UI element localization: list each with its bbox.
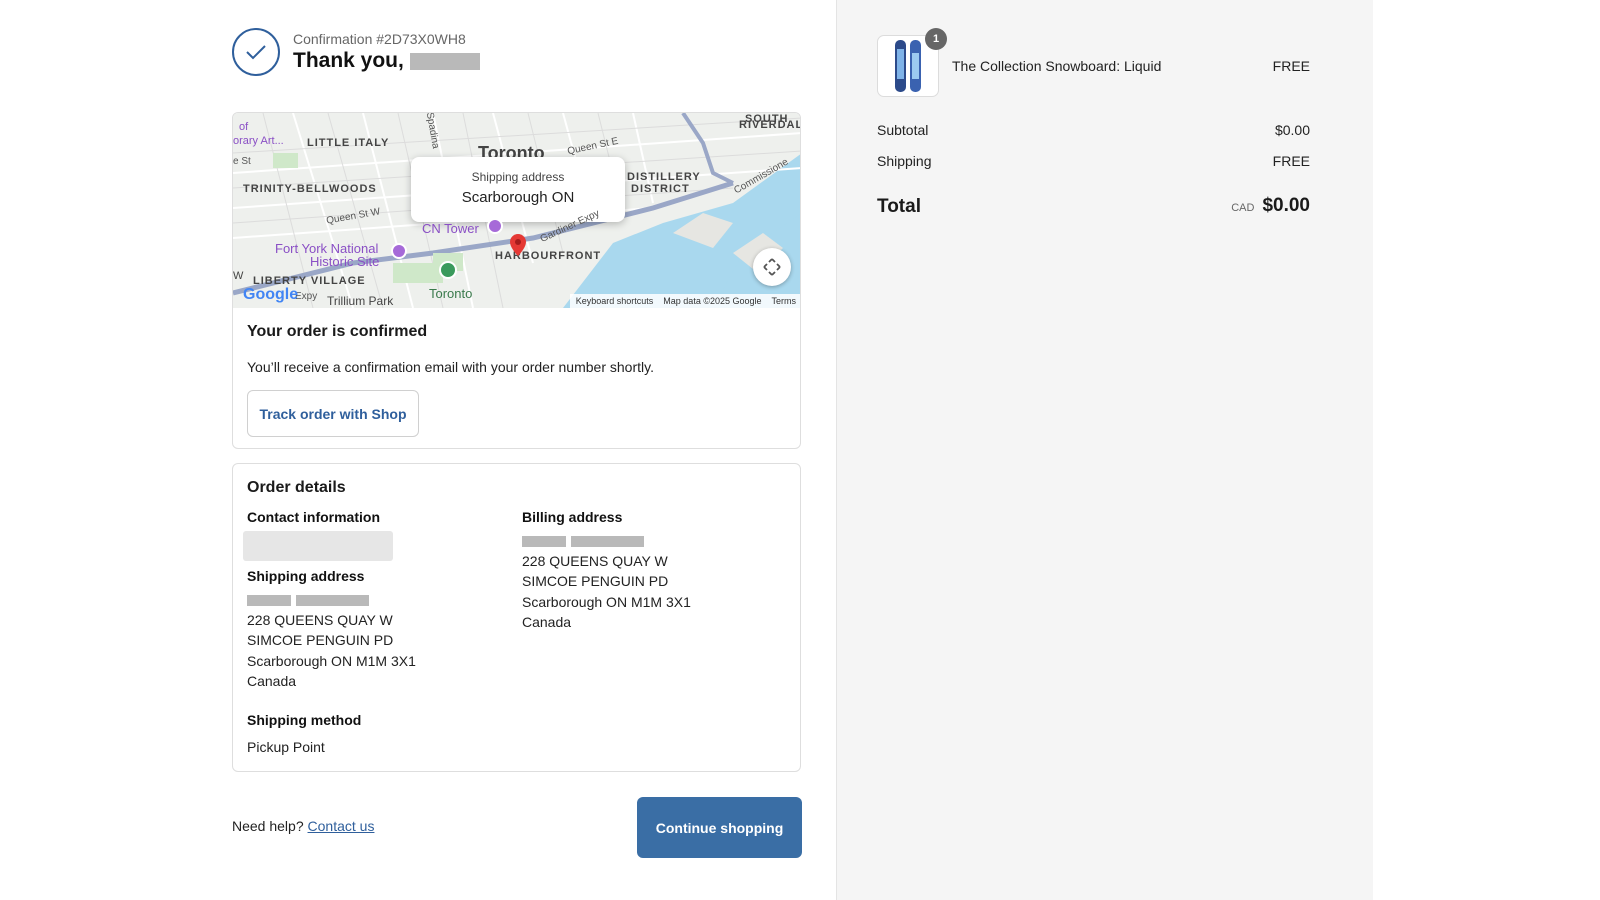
map-label-of: of	[239, 121, 249, 133]
track-order-button[interactable]: Track order with Shop	[247, 390, 419, 437]
cn-tower-icon	[487, 218, 503, 234]
billing-address-block: Billing address 228 QUEENS QUAY W SIMCOE…	[522, 507, 782, 633]
product-name: The Collection Snowboard: Liquid	[952, 58, 1162, 74]
shipping-line-2: SIMCOE PENGUIN PD	[247, 632, 394, 648]
shipping-value: FREE	[1272, 153, 1310, 169]
shipping-label: Shipping	[877, 153, 932, 169]
snowboard-icon	[895, 40, 921, 92]
keyboard-shortcuts-link[interactable]: Keyboard shortcuts	[576, 296, 654, 306]
shipping-line-3: Scarborough ON M1M 3X1	[247, 652, 416, 669]
map-label-little-italy: LITTLE ITALY	[307, 137, 390, 149]
continue-shopping-button[interactable]: Continue shopping	[637, 797, 802, 858]
shipping-map[interactable]: of orary Art... LITTLE ITALY e St Spadin…	[233, 113, 800, 308]
order-details-title: Order details	[247, 479, 346, 496]
shipping-address-block: Shipping address 228 QUEENS QUAY W SIMCO…	[247, 566, 507, 692]
map-footer: Keyboard shortcuts Map data ©2025 Google…	[569, 294, 800, 308]
subtotal-value: $0.00	[1274, 122, 1310, 138]
museum-icon	[391, 243, 407, 259]
order-confirmed-text: You’ll receive a confirmation email with…	[247, 359, 654, 375]
order-status-card: of orary Art... LITTLE ITALY e St Spadin…	[232, 112, 801, 449]
shipping-address-heading: Shipping address	[247, 568, 365, 584]
total-label: Total	[877, 196, 921, 217]
left-column: Contact information	[247, 507, 507, 528]
map-label-toronto: Toronto	[429, 286, 473, 301]
check-circle-icon	[232, 28, 280, 76]
map-label-art: orary Art...	[233, 135, 284, 147]
currency-code: CAD	[1231, 202, 1255, 214]
redacted-billing-name	[522, 535, 782, 547]
shipping-method-block: Shipping method Pickup Point	[247, 710, 507, 757]
confirmation-number: Confirmation #2D73X0WH8	[293, 31, 466, 47]
map-label-cn-tower: CN Tower	[422, 221, 479, 236]
tooltip-location: Scarborough ON	[461, 189, 575, 206]
redacted-shipping-name	[247, 594, 507, 606]
fullscreen-button[interactable]	[753, 248, 791, 286]
map-data-text: Map data ©2025 Google	[663, 296, 762, 306]
quantity-badge: 1	[925, 28, 947, 50]
map-label-st: e St	[233, 156, 251, 167]
need-help-text: Need help?	[232, 818, 304, 834]
contact-us-link[interactable]: Contact us	[308, 818, 375, 834]
map-label-w: W	[233, 270, 244, 282]
billing-line-2: SIMCOE PENGUIN PD	[522, 573, 669, 589]
billing-line-3: Scarborough ON M1M 3X1	[522, 593, 691, 610]
map-label-riverdale: RIVERDALE	[739, 119, 800, 131]
billing-line-4: Canada	[522, 614, 572, 630]
page-margin	[1373, 0, 1600, 900]
contact-heading: Contact information	[247, 509, 380, 525]
expand-icon	[763, 258, 781, 276]
shipping-line-4: Canada	[247, 673, 297, 689]
map-label-district: DISTRICT	[631, 183, 690, 195]
map-label-distillery: DISTILLERY	[627, 171, 701, 183]
shipping-method-heading: Shipping method	[247, 712, 362, 728]
map-label-expy: Expy	[295, 291, 318, 302]
park-icon	[439, 261, 457, 279]
google-logo: Google	[243, 286, 299, 303]
tooltip-title: Shipping address	[471, 170, 565, 184]
total-value: CAD $0.00	[1231, 195, 1310, 217]
map-label-trillium: Trillium Park	[327, 294, 394, 308]
terms-link[interactable]: Terms	[772, 296, 797, 306]
shipping-method-value: Pickup Point	[247, 738, 325, 755]
billing-address-heading: Billing address	[522, 509, 623, 525]
redacted-contact	[243, 531, 393, 561]
order-confirmed-title: Your order is confirmed	[247, 323, 428, 340]
shipping-line-1: 228 QUEENS QUAY W	[247, 611, 393, 628]
map-label-fort-york-2: Historic Site	[310, 254, 380, 269]
subtotal-label: Subtotal	[877, 122, 929, 138]
map-pin-icon	[510, 234, 526, 256]
thank-you-heading: Thank you,	[293, 49, 480, 73]
need-help: Need help? Contact us	[232, 818, 374, 834]
total-amount: $0.00	[1262, 195, 1310, 216]
map-label-trinity-bellwoods: TRINITY-BELLWOODS	[243, 183, 377, 195]
redacted-name	[409, 52, 480, 70]
thank-you-text: Thank you,	[293, 49, 404, 72]
product-price: FREE	[1272, 58, 1310, 74]
billing-line-1: 228 QUEENS QUAY W	[522, 552, 668, 569]
order-details-card: Order details Contact information Shippi…	[232, 463, 801, 772]
